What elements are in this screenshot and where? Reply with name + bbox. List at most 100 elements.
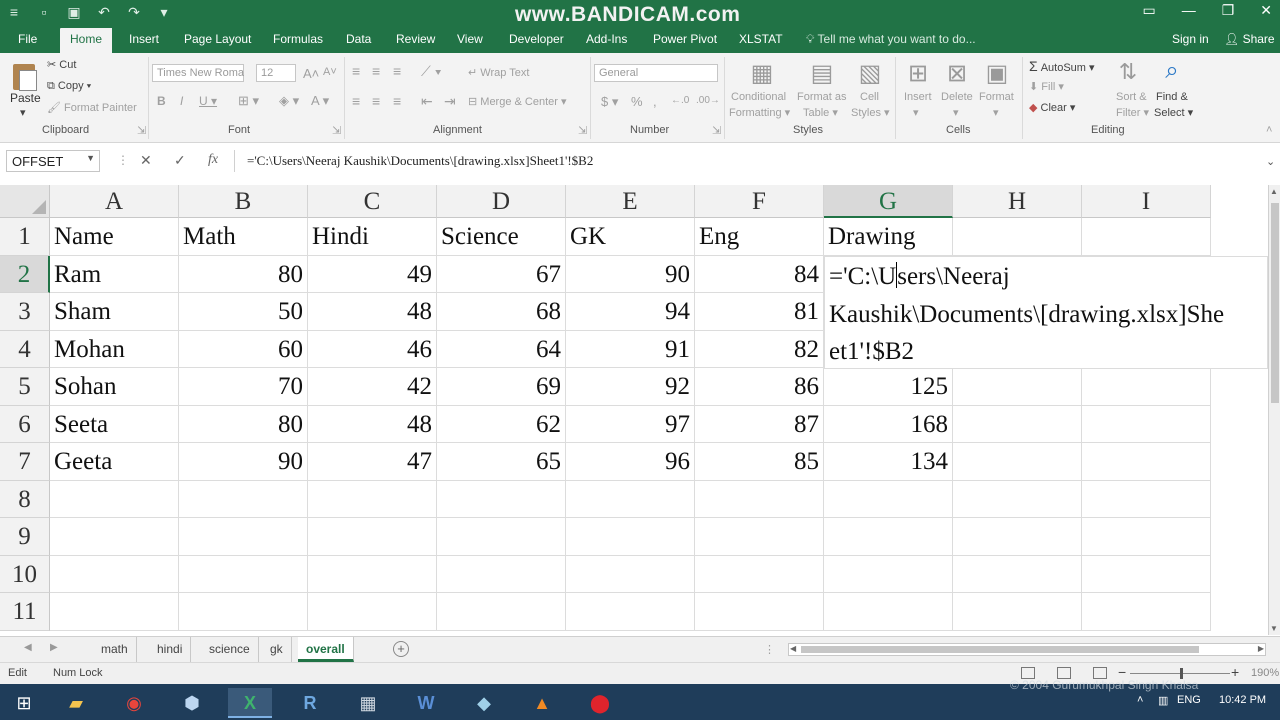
tab-xlstat[interactable]: XLSTAT bbox=[739, 32, 783, 46]
redo-icon[interactable]: ↷ bbox=[126, 3, 142, 21]
tab-insert[interactable]: Insert bbox=[129, 32, 159, 46]
tab-add-ins[interactable]: Add-Ins bbox=[586, 32, 627, 46]
cell-e10[interactable] bbox=[566, 555, 695, 593]
decrease-decimal-icon[interactable]: .00→ bbox=[696, 95, 720, 106]
paste-button[interactable]: Paste bbox=[10, 91, 41, 105]
scroll-left-icon[interactable]: ◀ bbox=[790, 644, 796, 653]
collapse-ribbon-icon[interactable]: ˄ bbox=[1266, 124, 1272, 136]
row-header-2[interactable]: 2 bbox=[0, 255, 50, 293]
virtualbox-icon[interactable]: ⬢ bbox=[170, 688, 214, 718]
sheet-tab-gk[interactable]: gk bbox=[262, 637, 292, 662]
cell-a2[interactable]: Ram bbox=[50, 255, 179, 293]
select-all-button[interactable] bbox=[0, 185, 50, 218]
scroll-up-icon[interactable]: ▲ bbox=[1270, 187, 1278, 196]
column-header-a[interactable]: A bbox=[50, 185, 179, 218]
new-file-icon[interactable]: ▫ bbox=[36, 3, 52, 21]
cell-f2[interactable]: 84 bbox=[695, 255, 824, 293]
format-as-table-icon[interactable]: ▤ bbox=[808, 59, 836, 88]
cell-b9[interactable] bbox=[179, 518, 308, 556]
vertical-scrollbar[interactable]: ▲ ▼ bbox=[1268, 185, 1280, 635]
cell-a7[interactable]: Geeta bbox=[50, 443, 179, 481]
cell-c1[interactable]: Hindi bbox=[308, 218, 437, 256]
cell-g2-edit[interactable]: ='C:\Users\Neeraj Kaushik\Documents\[draw… bbox=[824, 256, 1268, 369]
sort-filter-label-2[interactable]: Filter ▾ bbox=[1116, 106, 1149, 119]
number-launcher-icon[interactable]: ⇲ bbox=[712, 124, 721, 137]
tab-data[interactable]: Data bbox=[346, 32, 371, 46]
currency-icon[interactable]: $ ▾ bbox=[601, 94, 618, 110]
cell-c10[interactable] bbox=[308, 555, 437, 593]
alignment-launcher-icon[interactable]: ⇲ bbox=[578, 124, 587, 137]
clipboard-launcher-icon[interactable]: ⇲ bbox=[137, 124, 146, 137]
cell-d1[interactable]: Science bbox=[437, 218, 566, 256]
excel-taskbar-icon[interactable]: X bbox=[228, 688, 272, 718]
sheet-tab-math[interactable]: math bbox=[93, 637, 137, 662]
share-button[interactable]: 👤︎ Share bbox=[1224, 32, 1275, 46]
cell-e7[interactable]: 96 bbox=[566, 443, 695, 481]
cell-e11[interactable] bbox=[566, 593, 695, 631]
align-top-icon[interactable]: ≡ bbox=[352, 63, 360, 79]
cell-f4[interactable]: 82 bbox=[695, 330, 824, 368]
cell-b2[interactable]: 80 bbox=[179, 255, 308, 293]
cell-d8[interactable] bbox=[437, 480, 566, 518]
enter-icon[interactable]: ✓ bbox=[174, 152, 186, 169]
increase-decimal-icon[interactable]: ←.0 bbox=[671, 95, 689, 106]
cell-a1[interactable]: Name bbox=[50, 218, 179, 256]
cell-i6[interactable] bbox=[1082, 405, 1211, 443]
cell-d3[interactable]: 68 bbox=[437, 293, 566, 331]
conditional-label-1[interactable]: Conditional bbox=[731, 91, 786, 103]
fill-color-icon[interactable]: ◈ ▾ bbox=[279, 93, 299, 109]
new-sheet-icon[interactable]: + bbox=[393, 641, 409, 657]
cell-c11[interactable] bbox=[308, 593, 437, 631]
cell-b6[interactable]: 80 bbox=[179, 405, 308, 443]
row-header-1[interactable]: 1 bbox=[0, 218, 50, 256]
percent-icon[interactable]: % bbox=[631, 94, 643, 109]
row-header-7[interactable]: 7 bbox=[0, 443, 50, 481]
cell-g10[interactable] bbox=[824, 555, 953, 593]
cell-c3[interactable]: 48 bbox=[308, 293, 437, 331]
merge-center-button[interactable]: ⊟ Merge & Center ▾ bbox=[468, 95, 567, 108]
ribbon-display-icon[interactable]: ▭ bbox=[1142, 2, 1155, 19]
cell-i1[interactable] bbox=[1082, 218, 1211, 256]
cell-d6[interactable]: 62 bbox=[437, 405, 566, 443]
format-dropdown-icon[interactable]: ▾ bbox=[993, 106, 999, 119]
cell-a8[interactable] bbox=[50, 480, 179, 518]
column-header-g[interactable]: G bbox=[824, 185, 953, 218]
cell-f6[interactable]: 87 bbox=[695, 405, 824, 443]
cell-c2[interactable]: 49 bbox=[308, 255, 437, 293]
number-format-select[interactable]: General bbox=[594, 64, 718, 82]
previous-sheet-icon[interactable]: ◀ bbox=[24, 642, 32, 653]
align-middle-icon[interactable]: ≡ bbox=[372, 63, 380, 79]
next-sheet-icon[interactable]: ▶ bbox=[50, 642, 58, 653]
align-right-icon[interactable]: ≡ bbox=[393, 93, 401, 109]
borders-icon[interactable]: ⊞ ▾ bbox=[238, 93, 259, 109]
format-painter-button[interactable]: 🖌︎ Format Painter bbox=[47, 101, 137, 114]
sheet-tab-overall[interactable]: overall bbox=[298, 637, 354, 662]
sheet-tab-hindi[interactable]: hindi bbox=[149, 637, 192, 662]
minimize-icon[interactable]: — bbox=[1182, 2, 1196, 19]
cell-d11[interactable] bbox=[437, 593, 566, 631]
cell-a4[interactable]: Mohan bbox=[50, 330, 179, 368]
cell-a5[interactable]: Sohan bbox=[50, 368, 179, 406]
save-icon[interactable]: ▣ bbox=[66, 3, 82, 21]
align-center-icon[interactable]: ≡ bbox=[372, 93, 380, 109]
paste-icon[interactable] bbox=[10, 59, 38, 91]
row-header-5[interactable]: 5 bbox=[0, 368, 50, 406]
tab-file[interactable]: File bbox=[18, 32, 37, 46]
cell-f9[interactable] bbox=[695, 518, 824, 556]
row-header-10[interactable]: 10 bbox=[0, 555, 50, 593]
cell-e2[interactable]: 90 bbox=[566, 255, 695, 293]
r-app-icon[interactable]: R bbox=[288, 688, 332, 718]
cell-c7[interactable]: 47 bbox=[308, 443, 437, 481]
cell-f11[interactable] bbox=[695, 593, 824, 631]
tab-page-layout[interactable]: Page Layout bbox=[184, 32, 251, 46]
cell-f8[interactable] bbox=[695, 480, 824, 518]
keyboard-language[interactable]: ENG bbox=[1177, 694, 1201, 706]
column-header-d[interactable]: D bbox=[437, 185, 566, 218]
cell-b7[interactable]: 90 bbox=[179, 443, 308, 481]
cell-e5[interactable]: 92 bbox=[566, 368, 695, 406]
cell-a3[interactable]: Sham bbox=[50, 293, 179, 331]
calculator-icon[interactable]: ▦ bbox=[346, 688, 390, 718]
cell-e4[interactable]: 91 bbox=[566, 330, 695, 368]
cell-styles-label-2[interactable]: Styles ▾ bbox=[851, 106, 890, 119]
underline-icon[interactable]: U ▾ bbox=[199, 94, 217, 108]
